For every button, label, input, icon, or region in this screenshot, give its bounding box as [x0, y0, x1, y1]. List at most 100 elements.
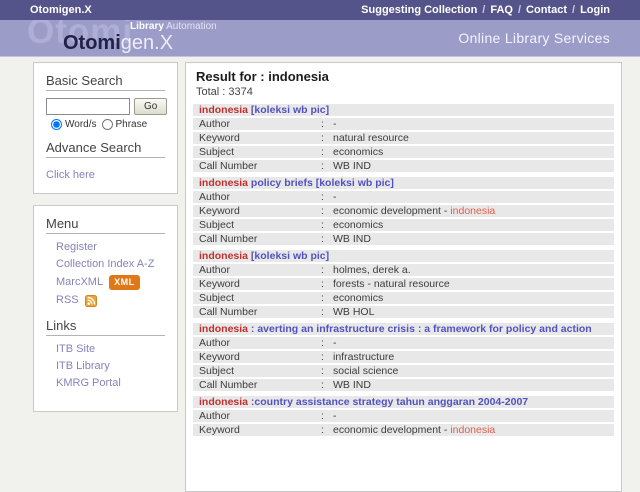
link-item-itb-library: ITB Library — [56, 360, 165, 373]
field-label: Author — [199, 410, 230, 422]
field-value: WB IND — [333, 233, 608, 245]
field-value-text: WB IND — [333, 233, 371, 245]
result-record: indonesia :country assistance strategy t… — [193, 396, 614, 436]
field-value-text: - — [333, 337, 337, 349]
field-colon: : — [321, 160, 324, 172]
register-link[interactable]: Register — [56, 241, 97, 254]
field-label: Subject — [199, 146, 235, 158]
field-value: - — [333, 118, 608, 130]
rss-link[interactable]: RSS — [56, 294, 79, 307]
field-label: Subject — [199, 365, 235, 377]
field-value-text: holmes, derek a. — [333, 264, 411, 276]
field-label: Keyword — [199, 205, 240, 217]
field-label: Call Number — [199, 379, 258, 391]
go-button[interactable]: Go — [134, 98, 168, 115]
marcxml-link[interactable]: MarcXML — [56, 276, 103, 289]
field-colon: : — [321, 132, 324, 144]
field-value: infrastructure — [333, 351, 608, 363]
field-value-text: economics — [333, 146, 384, 158]
result-record: indonesia : averting an infrastructure c… — [193, 323, 614, 391]
menu-title: Menu — [46, 216, 79, 231]
record-field-row: Call Number: WB IND — [193, 160, 614, 172]
field-label: Subject — [199, 219, 235, 231]
field-value-text: infrastructure — [333, 351, 395, 363]
record-field-row: Author: - — [193, 191, 614, 203]
collection-index-link[interactable]: Collection Index A-Z — [56, 258, 154, 271]
result-record: indonesia [koleksi wb pic] Author: - Keywor… — [193, 104, 614, 172]
record-title-term: indonesia — [199, 323, 249, 335]
itb-library-link[interactable]: ITB Library — [56, 360, 110, 373]
record-field-row: Keyword: economic development - indonesia — [193, 424, 614, 436]
results-panel: Result for : indonesia Total : 3374 indo… — [185, 62, 622, 492]
kmrg-portal-link[interactable]: KMRG Portal — [56, 377, 121, 390]
radio-words-label: Word/s — [65, 119, 97, 130]
logo-text-dark: Otomi — [63, 32, 121, 54]
record-title-link[interactable]: indonesia policy briefs [koleksi wb pic] — [193, 177, 614, 189]
field-value-highlight: indonesia — [450, 205, 496, 217]
record-field-row: Author: holmes, derek a. — [193, 264, 614, 276]
record-field-row: Call Number: WB HOL — [193, 306, 614, 318]
basic-search-title: Basic Search — [46, 73, 123, 88]
record-field-row: Subject: economics — [193, 219, 614, 231]
logo: Library Automation Otomigen.X — [63, 21, 217, 53]
divider — [46, 233, 165, 234]
field-colon: : — [321, 337, 324, 349]
field-colon: : — [321, 379, 324, 391]
radio-words[interactable] — [51, 119, 62, 130]
search-row: Go — [46, 98, 168, 115]
record-field-row: Author: - — [193, 410, 614, 422]
divider — [46, 335, 165, 336]
top-link-login[interactable]: Login — [580, 4, 610, 16]
banner-subtitle: Online Library Services — [458, 30, 610, 46]
itb-site-link[interactable]: ITB Site — [56, 343, 95, 356]
field-colon: : — [321, 264, 324, 276]
top-link-faq[interactable]: FAQ — [490, 4, 513, 16]
record-title-text: [koleksi wb pic] — [248, 104, 330, 116]
record-title-text: :country assistance strategy tahun angga… — [248, 396, 529, 408]
top-nav: Suggesting Collection / FAQ / Contact / … — [361, 4, 610, 16]
field-label: Author — [199, 337, 230, 349]
advance-search-section: Advance Search Click here — [46, 140, 165, 183]
radio-phrase[interactable] — [101, 119, 113, 130]
results-header: Result for : indonesia — [196, 69, 329, 84]
record-field-row: Keyword: forests - natural resource — [193, 278, 614, 290]
divider — [46, 90, 165, 91]
field-label: Author — [199, 191, 230, 203]
header-banner: Otomi Library Automation Otomigen.X Onli… — [0, 20, 640, 57]
record-field-row: Subject: social science — [193, 365, 614, 377]
field-value-text: forests - natural resource — [333, 278, 450, 290]
field-label: Keyword — [199, 132, 240, 144]
record-title-link[interactable]: indonesia :country assistance strategy t… — [193, 396, 614, 408]
record-field-row: Author: - — [193, 337, 614, 349]
field-colon: : — [321, 410, 324, 422]
radio-phrase-label: Phrase — [115, 119, 148, 130]
record-field-row: Subject: economics — [193, 146, 614, 158]
top-link-contact[interactable]: Contact — [526, 4, 567, 16]
field-value: economic development - indonesia — [333, 205, 608, 217]
divider — [46, 157, 165, 158]
advance-search-link[interactable]: Click here — [46, 169, 95, 181]
field-value-text: WB HOL — [333, 306, 375, 318]
record-field-row: Call Number: WB IND — [193, 379, 614, 391]
search-input[interactable] — [46, 98, 130, 115]
field-value: holmes, derek a. — [333, 264, 608, 276]
record-field-row: Call Number: WB IND — [193, 233, 614, 245]
field-label: Keyword — [199, 424, 240, 436]
field-value: forests - natural resource — [333, 278, 608, 290]
top-nav-separator: / — [482, 4, 486, 16]
rss-icon[interactable] — [84, 294, 97, 307]
field-colon: : — [321, 278, 324, 290]
record-title-link[interactable]: indonesia [koleksi wb pic] — [193, 104, 614, 116]
link-item-itb-site: ITB Site — [56, 343, 165, 356]
xml-badge[interactable]: XML — [109, 275, 140, 290]
field-value-text: - — [333, 118, 337, 130]
record-title-link[interactable]: indonesia [koleksi wb pic] — [193, 250, 614, 262]
field-label: Subject — [199, 292, 235, 304]
top-link-suggesting-collection[interactable]: Suggesting Collection — [361, 4, 477, 16]
field-value-text: - — [333, 410, 337, 422]
field-value-text: WB IND — [333, 379, 371, 391]
field-label: Call Number — [199, 306, 258, 318]
record-title-link[interactable]: indonesia : averting an infrastructure c… — [193, 323, 614, 335]
results-total: Total : 3374 — [196, 86, 253, 98]
search-type-options: Word/s Phrase — [46, 119, 165, 130]
